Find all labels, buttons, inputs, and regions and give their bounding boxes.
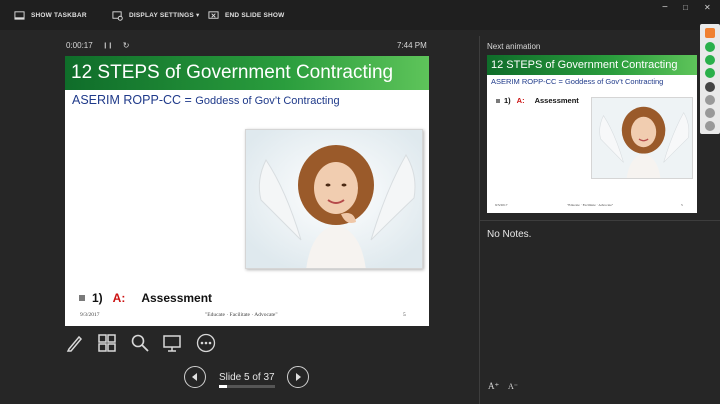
microphone-icon[interactable] xyxy=(705,42,715,52)
close-button[interactable]: ✕ xyxy=(704,3,711,12)
screen-icon[interactable] xyxy=(705,68,715,78)
next-bullet-number: 1) xyxy=(504,96,511,105)
slide-footer-page: 5 xyxy=(403,312,406,318)
see-all-slides-button[interactable] xyxy=(97,333,117,353)
display-settings-button[interactable]: DISPLAY SETTINGS ▾ xyxy=(112,8,199,22)
next-footer-page: 5 xyxy=(681,203,683,207)
slide-progress xyxy=(219,385,275,388)
slide-bullet: 1) A: Assessment xyxy=(79,291,212,305)
subtitle-acronym: ASERIM ROPP-CC = xyxy=(72,93,196,107)
previous-slide-button[interactable] xyxy=(184,366,206,388)
bullet-number: 1) xyxy=(92,291,103,305)
end-slide-show-label: END SLIDE SHOW xyxy=(225,11,285,19)
zoom-button[interactable] xyxy=(130,333,150,353)
minimize-button[interactable]: − xyxy=(662,2,668,13)
ellipsis-icon xyxy=(196,333,216,353)
clock: 7:44 PM xyxy=(397,41,427,50)
reset-timer-icon[interactable]: ↻ xyxy=(123,41,130,50)
decrease-font-button[interactable]: A⁻ xyxy=(508,382,518,391)
slide-counter[interactable]: Slide 5 of 37 xyxy=(219,372,275,383)
next-slide-bullet: 1) A: Assessment xyxy=(496,96,579,105)
pause-timer-icon[interactable]: ❙❙ xyxy=(103,42,113,49)
bullet-marker xyxy=(79,295,85,301)
camera-icon[interactable] xyxy=(705,55,715,65)
arrow-left-icon xyxy=(192,373,197,381)
top-toolbar: SHOW TASKBAR DISPLAY SETTINGS ▾ END SLID… xyxy=(0,0,720,30)
display-settings-label: DISPLAY SETTINGS ▾ xyxy=(129,12,200,19)
slide-footer-motto: "Educate · Facilitate · Advocate" xyxy=(205,312,278,318)
show-taskbar-button[interactable]: SHOW TASKBAR xyxy=(14,8,87,22)
pen-icon[interactable] xyxy=(705,121,715,131)
bullet-text: Assessment xyxy=(141,291,213,305)
end-show-icon xyxy=(208,10,219,19)
next-bullet-letter: A: xyxy=(516,96,525,105)
next-animation-label: Next animation xyxy=(487,42,541,51)
maximize-button[interactable]: □ xyxy=(683,3,688,12)
record-icon[interactable] xyxy=(705,28,715,38)
black-screen-button[interactable] xyxy=(162,333,182,353)
next-bullet-text: Assessment xyxy=(534,96,579,105)
magnifier-icon xyxy=(131,334,149,352)
slide-subtitle: ASERIM ROPP-CC = Goddess of Gov’t Contra… xyxy=(72,93,340,107)
slide-footer-date: 9/3/2017 xyxy=(80,312,100,318)
subtitle-meaning: Goddess of Gov’t Contracting xyxy=(195,95,340,107)
end-slide-show-button[interactable]: END SLIDE SHOW xyxy=(208,8,285,22)
angel-woman-photo xyxy=(245,129,423,269)
pen-tool-button[interactable] xyxy=(65,333,85,353)
next-bullet-marker xyxy=(496,98,500,103)
next-slide-title: 12 STEPS of Government Contracting xyxy=(487,55,697,75)
elapsed-time: 0:00:17 xyxy=(66,41,93,50)
pen-icon xyxy=(66,335,83,352)
next-slide-button[interactable] xyxy=(287,366,309,388)
current-slide[interactable]: 12 STEPS of Government Contracting ASERI… xyxy=(65,56,429,326)
arrow-right-icon xyxy=(296,373,301,381)
notes-divider[interactable] xyxy=(479,220,720,221)
delete-icon[interactable] xyxy=(705,108,715,118)
pause-recording-icon[interactable] xyxy=(705,82,715,92)
more-options-button[interactable] xyxy=(196,333,216,353)
timer-bar: 0:00:17 ❙❙ ↻ xyxy=(66,41,129,50)
show-taskbar-label: SHOW TASKBAR xyxy=(31,11,87,19)
next-slide-subtitle: ASERIM ROPP-CC = Goddess of Gov’t Contra… xyxy=(491,77,664,86)
next-slide-preview[interactable]: 12 STEPS of Government Contracting ASERI… xyxy=(487,55,697,213)
slide-progress-fill xyxy=(219,385,227,388)
grid-icon xyxy=(98,334,116,352)
stop-icon[interactable] xyxy=(705,95,715,105)
speaker-notes[interactable]: No Notes. xyxy=(487,229,531,240)
next-angel-woman-photo xyxy=(591,97,693,179)
next-footer-motto: "Educate · Facilitate · Advocate" xyxy=(567,203,614,207)
display-settings-icon xyxy=(112,10,123,21)
recorder-sidebar xyxy=(700,24,720,134)
taskbar-icon xyxy=(14,10,25,20)
increase-font-button[interactable]: A⁺ xyxy=(488,381,499,392)
screen-toggle-icon xyxy=(163,335,181,352)
next-footer-date: 9/3/2017 xyxy=(495,203,508,207)
slide-title: 12 STEPS of Government Contracting xyxy=(65,56,429,90)
bullet-letter: A: xyxy=(112,291,126,305)
